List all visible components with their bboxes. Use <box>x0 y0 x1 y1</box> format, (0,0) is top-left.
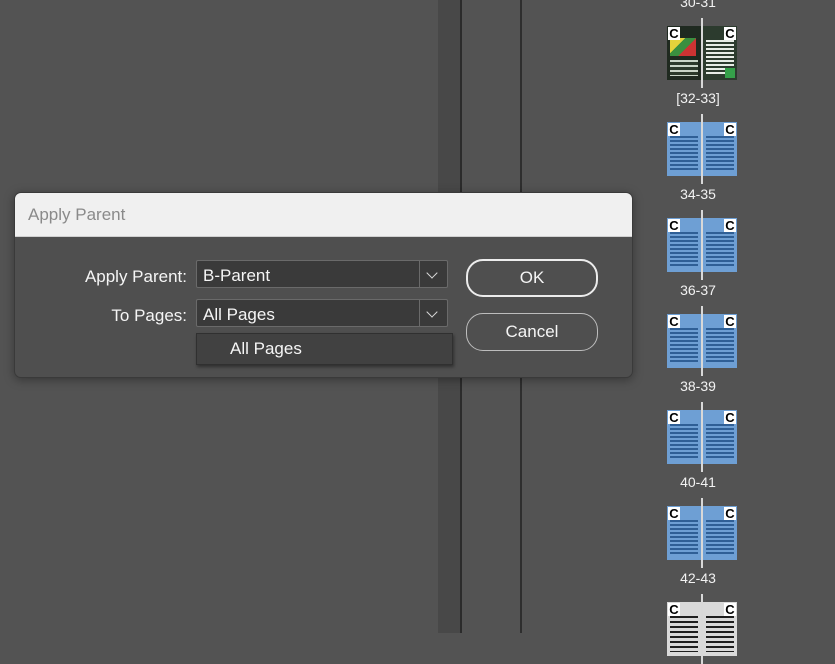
parent-letter-badge: C <box>724 314 736 329</box>
to-pages-label: To Pages: <box>111 306 187 325</box>
spread-spine <box>701 402 703 472</box>
dialog-titlebar[interactable]: Apply Parent <box>15 193 632 237</box>
apply-parent-label: Apply Parent: <box>84 267 187 286</box>
page-text-lines <box>706 136 734 172</box>
page-text-lines <box>706 328 734 364</box>
page-thumbnail[interactable]: C <box>667 506 701 560</box>
spread-thumbnail-38-39[interactable]: C C <box>667 306 737 376</box>
spread-thumbnail-42-43[interactable]: C C <box>667 498 737 568</box>
dialog-title: Apply Parent <box>28 205 126 224</box>
parent-letter-badge: C <box>668 506 680 521</box>
page-thumbnail[interactable]: C <box>703 506 737 560</box>
parent-letter-badge: C <box>668 218 680 233</box>
to-pages-select[interactable]: All Pages <box>196 299 448 327</box>
page-thumbnail[interactable]: C <box>703 410 737 464</box>
to-pages-dropdown-button[interactable] <box>419 300 447 326</box>
parent-letter-badge: C <box>724 26 736 41</box>
spread-thumbnail-44-45[interactable]: C C <box>667 594 737 664</box>
page-thumbnail[interactable]: C <box>667 410 701 464</box>
page-thumbnail[interactable]: C <box>667 218 701 272</box>
page-text-lines <box>706 232 734 268</box>
spread-thumbnail-40-41[interactable]: C C <box>667 402 737 472</box>
page-text-lines <box>670 60 698 76</box>
spread-spine <box>701 306 703 376</box>
page-thumbnail[interactable]: C <box>667 122 701 176</box>
page-thumbnail[interactable]: C <box>703 314 737 368</box>
spread-spine <box>701 498 703 568</box>
page-text-lines <box>670 232 698 268</box>
parent-letter-badge: C <box>668 26 680 41</box>
chevron-down-icon <box>426 267 438 279</box>
page-text-lines <box>670 424 698 460</box>
page-text-lines <box>670 136 698 172</box>
page-text-lines <box>706 520 734 556</box>
apply-parent-select[interactable]: B-Parent <box>196 260 448 288</box>
page-thumbnail[interactable]: C <box>703 26 737 80</box>
cancel-button[interactable]: Cancel <box>466 313 598 351</box>
page-thumbnail[interactable]: C <box>703 122 737 176</box>
to-pages-value: All Pages <box>203 305 275 324</box>
parent-letter-badge: C <box>668 602 680 617</box>
page-text-lines <box>706 424 734 460</box>
spread-label-40-41[interactable]: 40-41 <box>648 474 748 490</box>
spread-thumbnail-36-37[interactable]: C C <box>667 210 737 280</box>
parent-letter-badge: C <box>668 410 680 425</box>
page-text-lines <box>670 328 698 364</box>
apply-parent-dropdown-button[interactable] <box>419 261 447 287</box>
dropdown-option-all-pages[interactable]: All Pages <box>230 339 302 359</box>
spread-label-38-39[interactable]: 38-39 <box>648 378 748 394</box>
spread-spine <box>701 210 703 280</box>
spread-label-42-43[interactable]: 42-43 <box>648 570 748 586</box>
page-thumbnail[interactable]: C <box>667 314 701 368</box>
apply-parent-value: B-Parent <box>203 266 271 285</box>
parent-letter-badge: C <box>724 506 736 521</box>
spread-label-34-35[interactable]: 34-35 <box>648 186 748 202</box>
page-thumbnail[interactable]: C <box>667 602 701 656</box>
parent-letter-badge: C <box>724 410 736 425</box>
spread-thumbnail-34-35[interactable]: C C <box>667 114 737 184</box>
parent-letter-badge: C <box>668 122 680 137</box>
page-thumbnail[interactable]: C <box>703 602 737 656</box>
chevron-down-icon <box>426 306 438 318</box>
spread-thumbnail-32-33[interactable]: C C <box>667 18 737 88</box>
spread-spine <box>701 18 703 88</box>
page-text-lines <box>706 616 734 652</box>
parent-letter-badge: C <box>668 314 680 329</box>
page-thumbnail[interactable]: C <box>667 26 701 80</box>
spread-spine <box>701 594 703 664</box>
apply-parent-dialog: Apply Parent Apply Parent: B-Parent To P… <box>14 192 633 378</box>
parent-letter-badge: C <box>724 602 736 617</box>
parent-letter-badge: C <box>724 122 736 137</box>
page-text-lines <box>670 616 698 652</box>
page-thumbnail[interactable]: C <box>703 218 737 272</box>
spread-label-36-37[interactable]: 36-37 <box>648 282 748 298</box>
ok-button[interactable]: OK <box>466 259 598 297</box>
parent-letter-badge: C <box>724 218 736 233</box>
spread-label-32-33[interactable]: [32-33] <box>648 90 748 106</box>
spread-label-30-31[interactable]: 30-31 <box>648 0 748 10</box>
spread-spine <box>701 114 703 184</box>
to-pages-dropdown-list: All Pages <box>196 333 453 365</box>
page-text-lines <box>670 520 698 556</box>
page-artwork <box>725 68 735 78</box>
